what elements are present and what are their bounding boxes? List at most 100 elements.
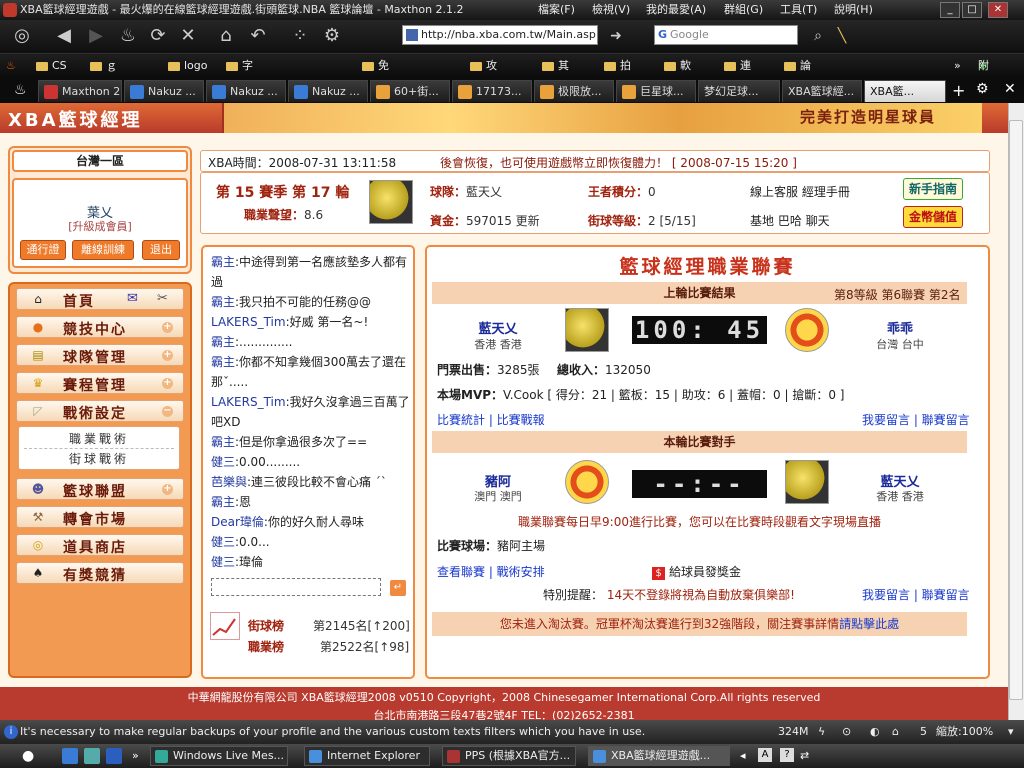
match-stats-links[interactable]: 比賽統計 | 比賽戰報 (437, 411, 545, 428)
fav-links[interactable]: 連結 (724, 55, 751, 94)
quicklaunch-window-icon[interactable] (106, 748, 122, 764)
search-icon[interactable]: ⌕ (806, 24, 830, 48)
fav-other[interactable]: 其他 (542, 55, 569, 94)
nav-quiz[interactable]: ♠ 有獎競猜 (16, 562, 184, 584)
tab-10[interactable]: XBA籃球經... (782, 80, 862, 102)
new-tab-icon[interactable]: + (952, 81, 965, 100)
home-icon[interactable]: ⌂ (214, 24, 238, 48)
chat-sender[interactable]: Dear瑋倫 (211, 515, 264, 529)
nav-league[interactable]: ☻ 籃球聯盟 + (16, 478, 184, 500)
chat-sender[interactable]: LAKERS_Tim (211, 315, 286, 329)
fav-logo[interactable]: logo (168, 55, 208, 77)
expand-icon[interactable]: + (162, 322, 173, 333)
fav-software[interactable]: 軟件 (664, 55, 691, 94)
nav-team[interactable]: ▤ 球隊管理 + (16, 344, 184, 366)
address-bar[interactable]: http://nba.xba.com.tw/Main.asp (402, 25, 598, 45)
player-bonus-link[interactable]: $ 給球員發獎金 (652, 563, 741, 580)
tab-7[interactable]: 极限放... (534, 80, 614, 102)
fav-dictionary[interactable]: 字典同詞典and百科 (226, 55, 263, 226)
menu-favorites[interactable]: 我的最愛(A) (646, 0, 706, 20)
chat-input[interactable] (211, 578, 381, 596)
logout-button[interactable]: 退出 (142, 240, 180, 260)
offline-training-button[interactable]: 離線訓練 (72, 240, 134, 260)
quicklaunch-desktop-icon[interactable] (84, 748, 100, 764)
task-live-messenger[interactable]: Windows Live Mes... (150, 746, 288, 766)
tab-4[interactable]: Nakuz ... (288, 80, 368, 102)
cup-link[interactable]: 請點擊此處 (839, 617, 899, 631)
pro-rank-label[interactable]: 職業榜 (248, 638, 284, 655)
comment-links-2[interactable]: 我要留言 | 聯賽留言 (862, 586, 970, 603)
maxthon-menu-icon[interactable]: ◎ (10, 24, 34, 48)
expand-icon[interactable]: + (162, 484, 173, 495)
collapse-icon[interactable]: − (162, 406, 173, 417)
speaker-icon[interactable]: ◐ (870, 720, 880, 744)
tab-9[interactable]: 梦幻足球... (698, 80, 780, 102)
task-internet-explorer[interactable]: Internet Explorer (304, 746, 430, 766)
nav-home[interactable]: ⌂ 首頁 ✉ ✂ (16, 288, 184, 310)
service-links[interactable]: 線上客服 經理手冊 (750, 183, 850, 200)
fav-guides[interactable]: 攻略網 (470, 55, 497, 116)
chat-sender[interactable]: 霸主 (211, 355, 235, 369)
chat-sender[interactable]: 健三 (211, 555, 235, 569)
chat-sender[interactable]: 芭樂與 (211, 475, 247, 489)
update-link[interactable]: 更新 (516, 214, 540, 228)
street-tactics-link[interactable]: 街球戰術 (18, 450, 180, 467)
expand-icon[interactable]: + (162, 378, 173, 389)
nav-transfer[interactable]: ⚒ 轉會市場 (16, 506, 184, 528)
zoom-dropdown-icon[interactable]: ▾ (1008, 720, 1014, 744)
last-away-team[interactable]: 乖乖 (862, 318, 938, 337)
league-tactics-links[interactable]: 查看聯賽 | 戰術安排 (437, 563, 545, 580)
chat-sender[interactable]: 健三 (211, 455, 235, 469)
quicklaunch-ie-icon[interactable] (62, 748, 78, 764)
zoom-level[interactable]: 縮放:100% (936, 720, 993, 744)
menu-groups[interactable]: 群組(G) (724, 0, 763, 20)
undo-icon[interactable]: ↶ (246, 24, 270, 48)
scrollbar-thumb[interactable] (1009, 120, 1023, 700)
tab-2[interactable]: Nakuz ... (124, 80, 204, 102)
tray-lang-icon[interactable]: A (758, 748, 772, 762)
search-input[interactable]: G Google (654, 25, 798, 45)
chat-sender[interactable]: 霸主 (211, 255, 235, 269)
fav-forum[interactable]: 論壇 (784, 55, 811, 94)
tab-settings-icon[interactable]: ⚙ (976, 81, 989, 97)
last-home-team[interactable]: 藍天乂 (460, 318, 536, 337)
chat-sender[interactable]: 霸主 (211, 335, 235, 349)
highlight-icon[interactable]: ╲ (830, 24, 854, 48)
tab-3[interactable]: Nakuz ... (206, 80, 286, 102)
flame-icon[interactable]: ♨ (116, 24, 140, 48)
forward-icon[interactable]: ▶ (84, 24, 108, 48)
menu-view[interactable]: 檢視(V) (592, 0, 630, 20)
close-tab-icon[interactable]: ✕ (1004, 81, 1016, 97)
pro-tactics-link[interactable]: 職業戰術 (18, 430, 180, 447)
flash-icon[interactable]: ϟ (818, 720, 825, 744)
fav-game[interactable]: ｇａｍｅ (90, 55, 117, 138)
dots-icon[interactable]: ⁘ (288, 24, 312, 48)
minimize-button[interactable]: _ (940, 2, 960, 18)
settings-icon[interactable]: ⚙ (320, 24, 344, 48)
stop-icon[interactable]: ✕ (176, 24, 200, 48)
upgrade-member-link[interactable]: [升級成會員] (12, 218, 188, 234)
mail-icon[interactable]: ✉ (127, 291, 138, 306)
tools-icon[interactable]: ✂ (157, 291, 168, 306)
street-rank-label[interactable]: 街球榜 (248, 617, 284, 634)
maximize-button[interactable]: □ (962, 2, 982, 18)
send-icon[interactable]: ↵ (390, 580, 406, 596)
task-xba[interactable]: XBA籃球經理遊戲... (588, 746, 730, 766)
community-links[interactable]: 基地 巴哈 聊天 (750, 212, 830, 229)
tab-6[interactable]: 17173... (452, 80, 532, 102)
tab-5[interactable]: 60+街... (370, 80, 450, 102)
tab-1[interactable]: Maxthon 2 ... (38, 80, 122, 102)
menu-file[interactable]: 檔案(F) (538, 0, 575, 20)
comment-links[interactable]: 我要留言 | 聯賽留言 (862, 411, 970, 428)
fav-image-upload[interactable]: 免費圖片上傳 (362, 55, 389, 182)
quicklaunch-more-icon[interactable]: » (132, 744, 139, 768)
chat-sender[interactable]: 健三 (211, 535, 235, 549)
tray-help-icon[interactable]: ? (780, 748, 794, 762)
tab-11-active[interactable]: XBA籃... (864, 80, 946, 102)
gold-recharge-button[interactable]: 金幣儲值 (903, 206, 963, 228)
nav-tactics[interactable]: ◸ 戰術設定 − (16, 400, 184, 422)
tray-arrow-icon[interactable]: ◂ (740, 744, 746, 768)
fav-film[interactable]: 拍片 (604, 55, 631, 94)
chat-sender[interactable]: 霸主 (211, 295, 235, 309)
newbie-guide-button[interactable]: 新手指南 (903, 178, 963, 200)
